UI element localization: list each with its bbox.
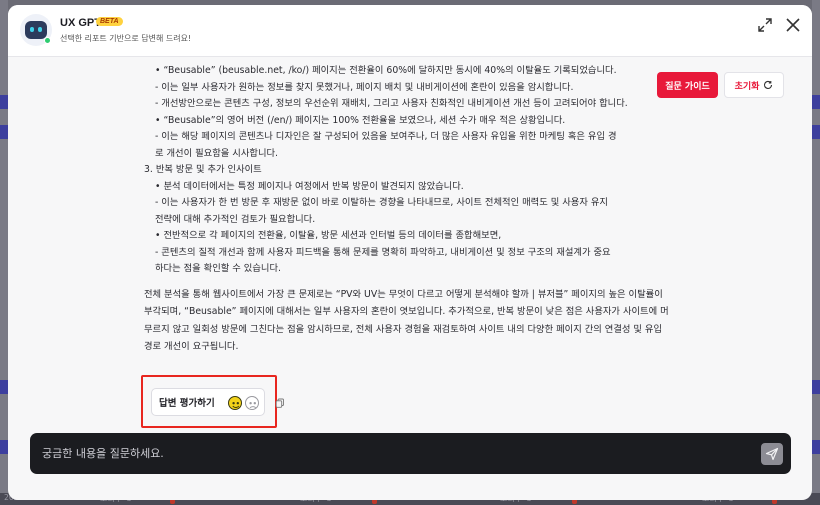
answer-line: • 분석 데이터에서는 특정 페이지나 여정에서 반복 방문이 발견되지 않았습… bbox=[155, 180, 464, 192]
smile-icon[interactable] bbox=[228, 396, 242, 410]
answer-message: • “Beusable” (beusable.net, /ko/) 페이지는 전… bbox=[144, 63, 692, 356]
reset-label: 초기화 bbox=[734, 81, 760, 92]
answer-rating-box: 답변 평가하기 bbox=[151, 388, 265, 416]
send-icon bbox=[765, 447, 779, 461]
beta-badge: BETA bbox=[96, 17, 123, 26]
answer-line: - 이는 사용자가 한 번 방문 후 재방문 없이 바로 이탈하는 경향을 나타… bbox=[155, 197, 608, 208]
answer-line: - 개선방안으로는 콘텐츠 구성, 정보의 우선순위 재배치, 그리고 사용자 … bbox=[155, 98, 628, 109]
question-input[interactable] bbox=[42, 442, 742, 464]
answer-section-heading: 3. 반복 방문 및 추가 인사이트 bbox=[144, 164, 262, 175]
expand-button[interactable] bbox=[757, 17, 773, 33]
robot-icon bbox=[25, 21, 47, 39]
reset-button[interactable]: 초기화 bbox=[724, 72, 784, 98]
app-title: UX GPT bbox=[60, 17, 101, 29]
answer-line: - 이는 일부 사용자가 원하는 정보를 찾지 못했거나, 페이지 배치 및 내… bbox=[155, 81, 574, 93]
refresh-icon bbox=[764, 80, 773, 89]
ux-gpt-modal: UX GPT BETA 선택한 리포트 기반으로 답변해 드려요! • “Beu… bbox=[8, 5, 812, 500]
modal-header: UX GPT BETA 선택한 리포트 기반으로 답변해 드려요! bbox=[8, 5, 812, 57]
answer-line: 전략에 대해 추가적인 검토가 필요합니다. bbox=[155, 213, 316, 225]
background-right-strip bbox=[812, 0, 820, 505]
answer-line: 하다는 점을 확인할 수 있습니다. bbox=[155, 263, 281, 274]
close-button[interactable] bbox=[784, 16, 802, 34]
app-subtitle: 선택한 리포트 기반으로 답변해 드려요! bbox=[60, 34, 192, 43]
answer-line: 로 개선이 필요함을 시사합니다. bbox=[155, 147, 279, 159]
close-icon bbox=[786, 18, 800, 32]
answer-line: - 콘텐츠의 질적 개선과 함께 사용자 피드백을 통해 문제를 명확히 파악하… bbox=[155, 246, 611, 258]
frown-icon[interactable] bbox=[245, 396, 259, 410]
bot-avatar bbox=[20, 14, 52, 46]
expand-icon bbox=[758, 18, 772, 32]
answer-line: • “Beusable”의 영어 버전 (/en/) 페이지는 100% 전환율… bbox=[155, 114, 566, 126]
background-left-strip bbox=[0, 0, 8, 505]
rating-label: 답변 평가하기 bbox=[159, 398, 215, 409]
answer-line: - 이는 해당 페이지의 콘텐츠나 디자인은 잘 구성되어 있음을 보여주나, … bbox=[155, 131, 617, 142]
online-status-dot bbox=[44, 37, 51, 44]
answer-line: • “Beusable” (beusable.net, /ko/) 페이지는 전… bbox=[155, 65, 617, 76]
send-button[interactable] bbox=[761, 443, 783, 465]
question-input-bar bbox=[30, 433, 791, 474]
copy-icon[interactable] bbox=[275, 398, 285, 408]
question-guide-button[interactable]: 질문 가이드 bbox=[657, 72, 718, 98]
answer-line: • 전반적으로 각 페이지의 전환율, 이탈율, 방문 세션과 인터벌 등의 데… bbox=[155, 230, 502, 241]
answer-summary: 전체 분석을 통해 웹사이트에서 가장 큰 문제로는 “PV와 UV는 무엇이 … bbox=[144, 288, 669, 353]
